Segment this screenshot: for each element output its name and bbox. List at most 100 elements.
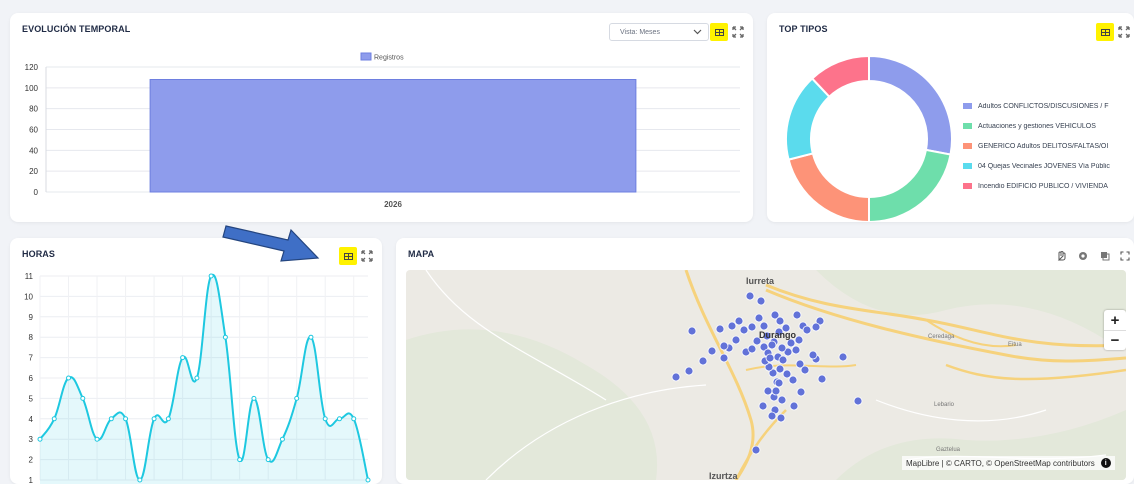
fullscreen-icon xyxy=(1120,251,1130,261)
map-place-label: Eitua xyxy=(1008,342,1022,348)
top-tipos-donut-chart xyxy=(785,54,953,222)
donut-slice xyxy=(868,148,952,222)
data-point xyxy=(94,436,100,442)
evolucion-temporal-chart: 0 20 40 60 80 100 120 2026 Registros xyxy=(25,52,740,209)
top-tipos-card: TOP TIPOS Adultos CONFLICTOS/DISCUSIONES… xyxy=(767,13,1134,222)
data-point xyxy=(194,375,200,381)
globe-icon xyxy=(1079,252,1087,260)
evolucion-temporal-card: EVOLUCIÓN TEMPORAL Vista: Meses 0 20 40 60 8… xyxy=(10,13,753,222)
data-point xyxy=(208,273,214,279)
map-labels: Iurreta Durango Ceredaga Eitua Lebario Gaztel… xyxy=(406,270,1126,480)
data-point xyxy=(222,334,228,340)
annotation-arrow-icon xyxy=(222,225,320,262)
mapa-title: MAPA xyxy=(408,249,435,259)
hand-icon xyxy=(1057,251,1066,261)
data-point xyxy=(365,477,371,483)
map-attribution: MapLibre | © CARTO, © OpenStreetMap cont… xyxy=(902,456,1115,470)
data-point xyxy=(165,416,171,422)
donut-slice xyxy=(868,54,953,156)
y-tick-label: 0 xyxy=(34,188,39,197)
legend-swatch xyxy=(963,163,972,169)
y-tick-label: 60 xyxy=(29,126,38,135)
legend-item[interactable]: Adultos CONFLICTOS/DISCUSIONES / F xyxy=(963,96,1134,116)
y-tick-label: 9 xyxy=(29,313,34,322)
mapa-card: MAPA Iurreta Durango Ceredaga Eitua Leba… xyxy=(396,238,1134,484)
data-point xyxy=(279,436,285,442)
data-point xyxy=(37,436,43,442)
donut-slice xyxy=(787,152,870,222)
data-point xyxy=(108,416,114,422)
zoom-control: + − xyxy=(1104,310,1126,350)
y-tick-label: 100 xyxy=(25,84,39,93)
y-tick-label: 20 xyxy=(29,167,38,176)
map-place-label: Iurreta xyxy=(746,276,775,286)
legend-label: Actuaciones y gestiones VEHICULOS xyxy=(978,122,1096,130)
data-point xyxy=(180,355,186,361)
zoom-out-button[interactable]: − xyxy=(1104,330,1126,350)
legend-label: Registros xyxy=(374,55,404,62)
zoom-in-button[interactable]: + xyxy=(1104,310,1126,330)
data-point xyxy=(237,457,243,463)
data-point xyxy=(351,416,357,422)
attribution-text: MapLibre | © CARTO, © OpenStreetMap xyxy=(906,458,1051,468)
layers-button[interactable] xyxy=(1098,249,1112,263)
y-tick-label: 5 xyxy=(29,394,34,403)
y-tick-label: 120 xyxy=(25,63,39,72)
y-tick-label: 40 xyxy=(29,146,38,155)
contributors-link[interactable]: contributors xyxy=(1053,459,1095,468)
legend-label: GENERICO Adultos DELITOS/FALTAS/OI xyxy=(978,142,1109,150)
data-point xyxy=(151,416,157,422)
legend-label: Adultos CONFLICTOS/DISCUSIONES / F xyxy=(978,102,1109,110)
y-tick-label: 80 xyxy=(29,105,38,114)
legend-item[interactable]: GENERICO Adultos DELITOS/FALTAS/OI xyxy=(963,136,1134,156)
x-tick-label: 2026 xyxy=(384,200,402,209)
y-tick-label: 6 xyxy=(29,374,34,383)
legend-label: 04 Quejas Vecinales JOVENES Vía Públic xyxy=(978,162,1110,170)
map-place-label: Durango xyxy=(759,330,796,340)
expand-icon[interactable] xyxy=(1118,26,1130,38)
y-tick-label: 1 xyxy=(29,476,34,484)
data-point xyxy=(265,457,271,463)
data-point xyxy=(123,416,129,422)
y-tick-label: 11 xyxy=(25,272,34,281)
legend-swatch xyxy=(963,183,972,189)
map-canvas[interactable]: Iurreta Durango Ceredaga Eitua Lebario Gaztel… xyxy=(406,270,1126,480)
globe-button[interactable] xyxy=(1076,249,1090,263)
data-point xyxy=(251,395,257,401)
legend-item[interactable]: Incendio EDIFICIO PUBLICO / VIVIENDA xyxy=(963,176,1134,196)
data-point xyxy=(308,334,314,340)
legend-swatch xyxy=(963,103,972,109)
table-view-button[interactable] xyxy=(1096,23,1114,41)
bar xyxy=(149,79,637,193)
data-point xyxy=(336,416,342,422)
fullscreen-button[interactable] xyxy=(1118,249,1132,263)
y-tick-label: 4 xyxy=(29,415,34,424)
legend-item[interactable]: Actuaciones y gestiones VEHICULOS xyxy=(963,116,1134,136)
y-tick-label: 7 xyxy=(29,354,34,363)
y-tick-label: 10 xyxy=(24,292,33,301)
data-point xyxy=(294,395,300,401)
y-tick-label: 2 xyxy=(29,456,34,465)
info-icon[interactable]: i xyxy=(1100,458,1111,468)
map-place-label: Ceredaga xyxy=(928,334,955,340)
layers-icon xyxy=(1101,252,1110,261)
data-point xyxy=(137,477,143,483)
legend-swatch xyxy=(963,123,972,129)
legend-item[interactable]: 04 Quejas Vecinales JOVENES Vía Públic xyxy=(963,156,1134,176)
legend-label: Incendio EDIFICIO PUBLICO / VIVIENDA xyxy=(978,182,1108,190)
horas-chart: 1 2 3 4 5 6 7 8 9 10 11 xyxy=(24,272,371,484)
map-place-label: Lebario xyxy=(934,402,955,408)
legend-swatch xyxy=(360,52,372,61)
table-icon xyxy=(1100,28,1110,36)
horas-card: HORAS 1 2 3 4 5 6 7 8 9 10 11 xyxy=(10,238,382,484)
top-tipos-legend: Adultos CONFLICTOS/DISCUSIONES / F Actuac… xyxy=(963,96,1134,196)
hand-tool-button[interactable] xyxy=(1054,249,1068,263)
data-point xyxy=(80,395,86,401)
map-place-label: Gaztelua xyxy=(936,447,961,453)
data-point xyxy=(322,416,328,422)
y-tick-label: 8 xyxy=(29,333,34,342)
data-point xyxy=(51,416,57,422)
y-tick-label: 3 xyxy=(29,435,34,444)
data-point xyxy=(66,375,72,381)
legend-swatch xyxy=(963,143,972,149)
